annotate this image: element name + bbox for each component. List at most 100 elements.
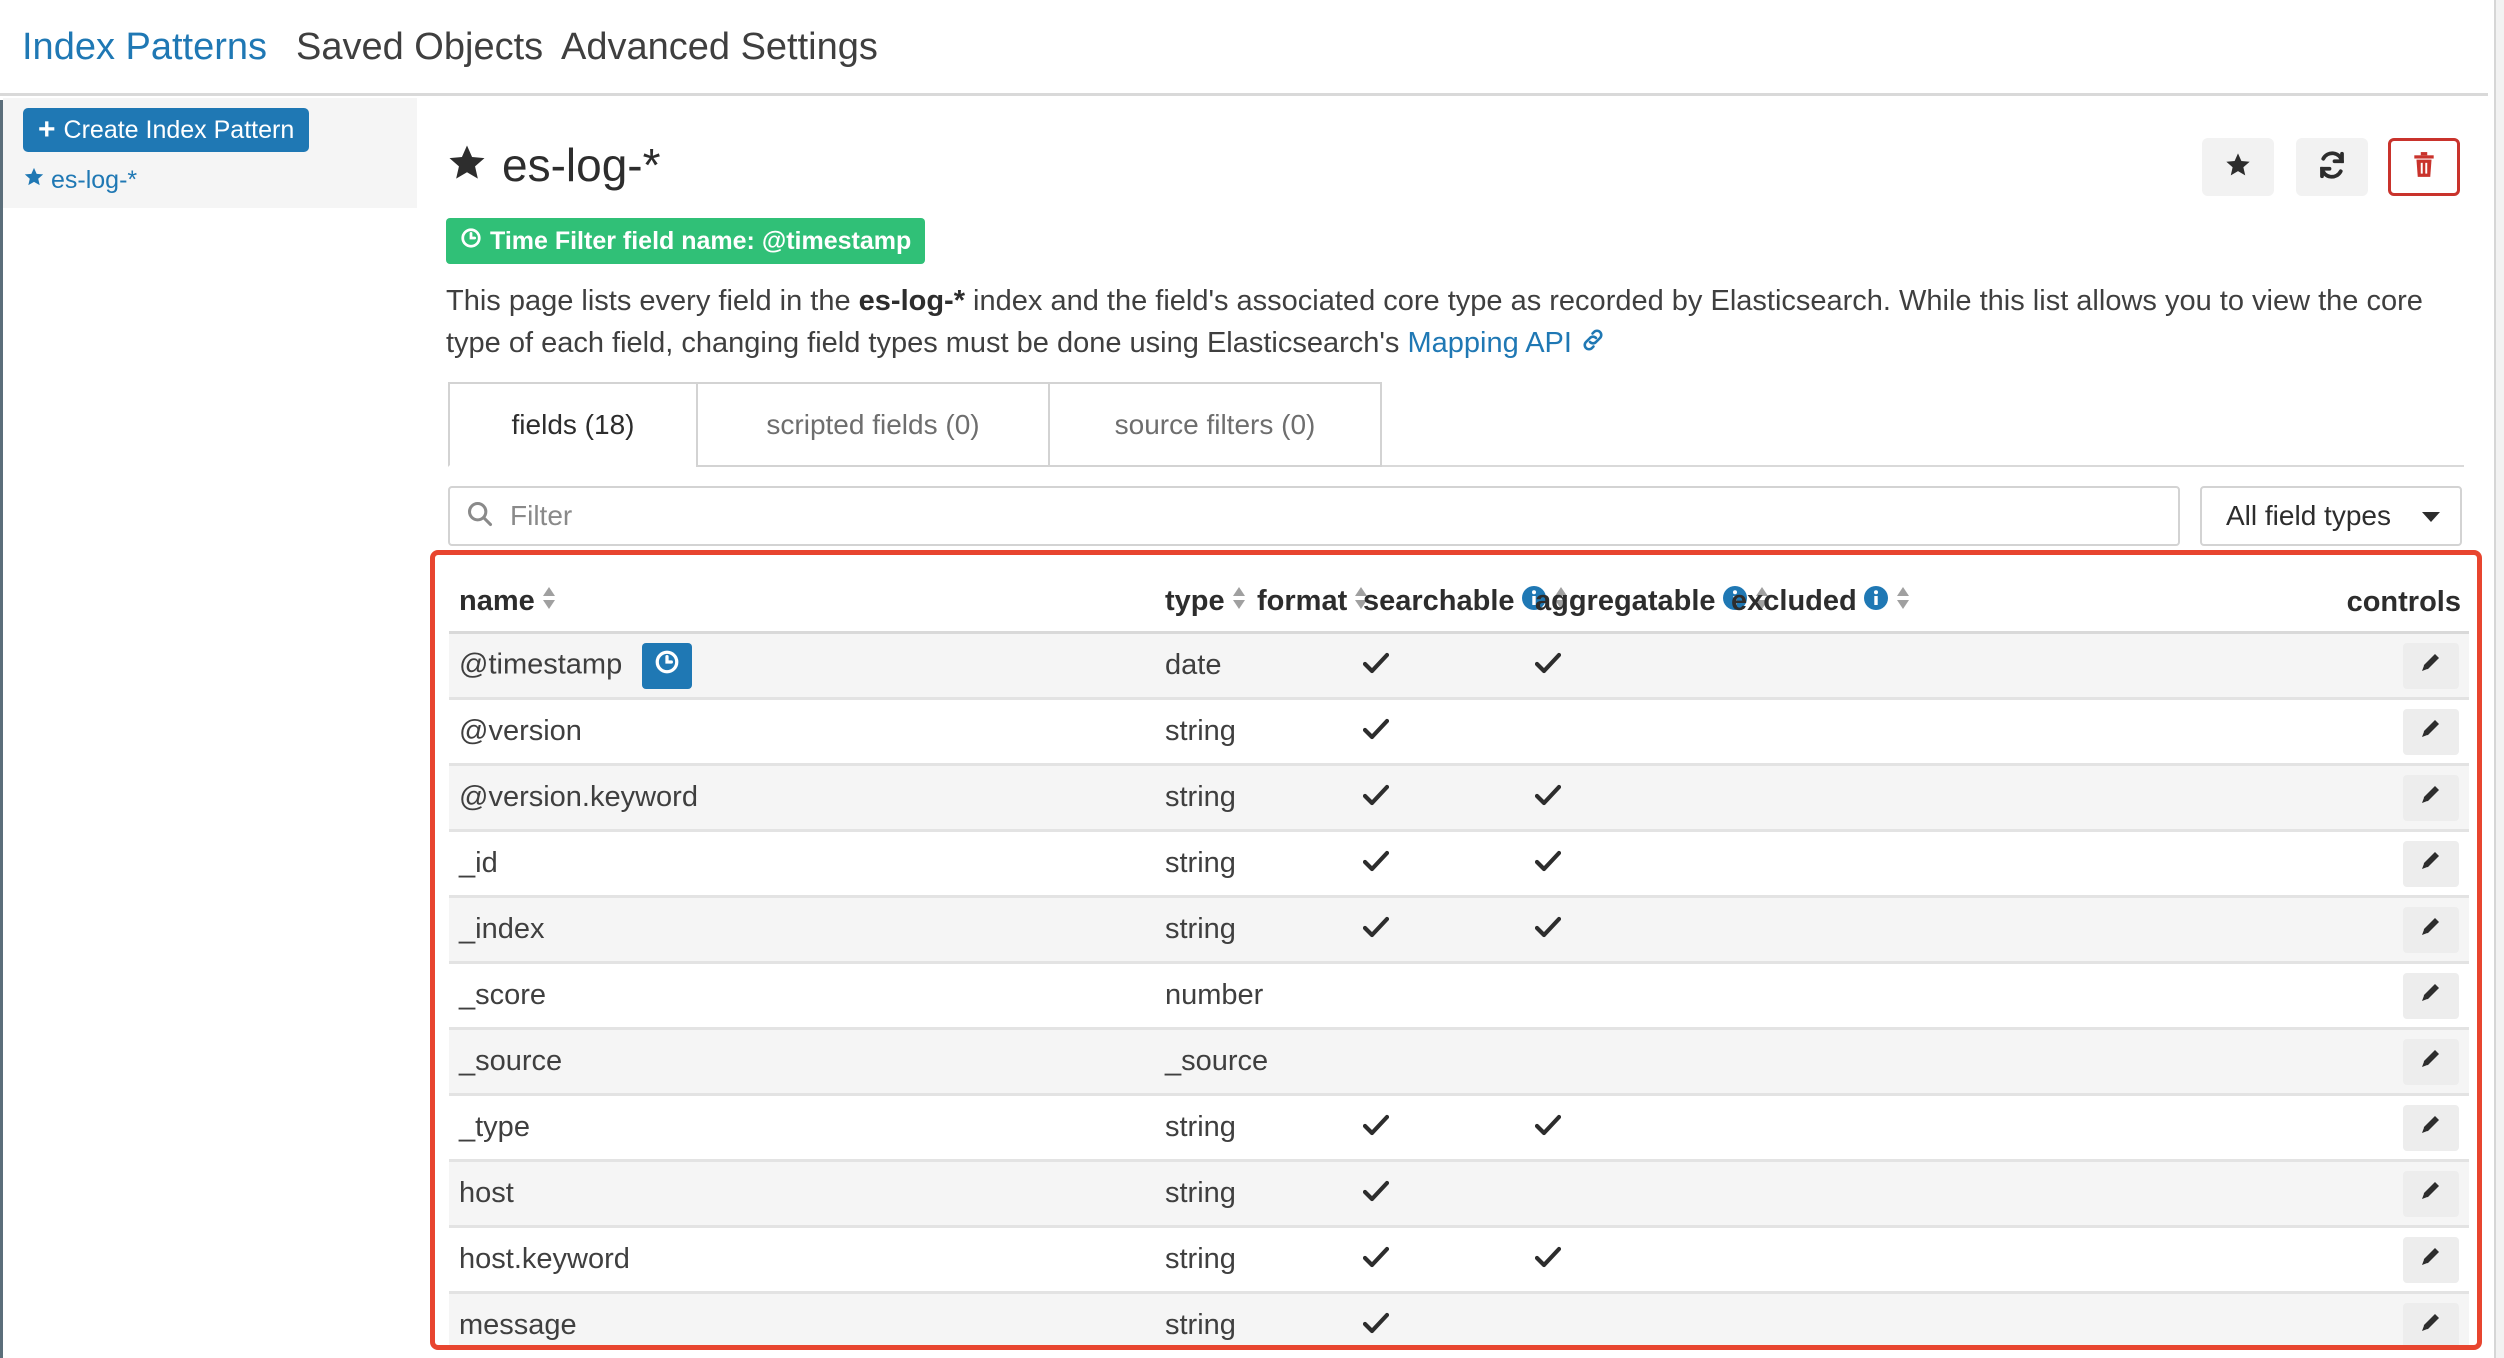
edit-field-button[interactable] [2403,774,2459,821]
field-name: _score [459,979,547,1011]
field-controls [1893,632,2469,700]
tab-index-patterns[interactable]: Index Patterns [22,26,267,69]
field-searchable [1353,1094,1525,1162]
field-controls [1893,698,2469,766]
field-name: @version.keyword [459,781,698,813]
field-controls [1893,764,2469,832]
field-type: string [1155,1226,1247,1294]
field-name-cell: @timestamp [449,632,1155,700]
tab-saved-objects[interactable]: Saved Objects [296,26,543,69]
edit-field-button[interactable] [2403,1104,2459,1151]
search-icon [466,500,494,533]
page-description: This page lists every field in the es-lo… [446,280,2446,364]
sidebar: + Create Index Pattern es-log-* [3,98,417,208]
filter-input[interactable] [508,499,2112,533]
delete-index-pattern-button[interactable] [2388,138,2460,196]
field-searchable [1353,830,1525,898]
check-icon [1362,1309,1390,1342]
field-searchable [1353,1292,1525,1345]
field-aggregatable [1525,764,1721,832]
field-type: string [1155,1160,1247,1228]
field-aggregatable [1525,1226,1721,1294]
field-excluded [1721,1028,1893,1096]
check-icon [1534,781,1562,814]
field-format [1247,830,1353,898]
field-searchable [1353,764,1525,832]
field-type: number [1155,962,1263,1030]
default-star-icon [446,142,488,189]
field-format [1247,764,1353,832]
table-row: host.keyword string [449,1226,2469,1294]
column-header-name[interactable]: name [449,573,1155,634]
pencil-icon [2419,1177,2443,1210]
refresh-fields-button[interactable] [2296,138,2368,196]
create-index-pattern-button[interactable]: + Create Index Pattern [23,108,310,152]
check-icon [1362,913,1390,946]
sidebar-item-es-log[interactable]: es-log-* [23,166,137,195]
check-icon [1534,1243,1562,1276]
field-excluded [1721,632,1893,700]
column-header-aggregatable[interactable]: aggregatable [1525,573,1768,634]
column-header-excluded[interactable]: excluded [1721,573,1909,634]
field-format [1247,1094,1353,1162]
edit-field-button[interactable] [2403,642,2459,689]
field-aggregatable [1525,1160,1721,1228]
column-header-type[interactable]: type [1155,573,1247,634]
check-icon [1362,1111,1390,1144]
pencil-icon [2419,1309,2443,1342]
tab-advanced-settings[interactable]: Advanced Settings [561,26,878,69]
column-label: aggregatable [1535,584,1716,617]
table-row: _type string [449,1094,2469,1162]
tab-fields[interactable]: fields (18) [448,382,698,467]
mapping-api-link-label: Mapping API [1407,327,1572,359]
field-name-cell: host [449,1160,1155,1228]
create-index-pattern-label: Create Index Pattern [63,115,295,144]
description-text: This page lists every field in the [446,285,859,317]
table-header-row: name type format searchable aggregatable… [449,573,2469,634]
fields-table: name type format searchable aggregatable… [449,573,2469,1345]
field-format [1247,1292,1353,1345]
edit-field-button[interactable] [2403,1038,2459,1085]
scrollbar[interactable] [2494,0,2504,1358]
edit-field-button[interactable] [2403,1302,2459,1345]
field-controls [1893,1160,2469,1228]
info-icon[interactable] [1863,585,1889,619]
filter-field[interactable] [448,486,2180,546]
check-icon [1362,649,1390,682]
edit-field-button[interactable] [2403,972,2459,1019]
time-filter-badge: Time Filter field name: @timestamp [446,218,926,264]
left-edge-divider [0,100,3,1358]
field-format [1247,1160,1353,1228]
field-type: string [1155,830,1247,898]
field-type: string [1155,1292,1247,1345]
pencil-icon [2419,913,2443,946]
field-name: _type [459,1111,530,1143]
field-searchable [1353,1226,1525,1294]
edit-field-button[interactable] [2403,840,2459,887]
check-icon [1534,649,1562,682]
mapping-api-link[interactable]: Mapping API [1408,327,1607,359]
field-controls [1893,1292,2469,1345]
field-excluded [1721,830,1893,898]
set-default-button[interactable] [2202,138,2274,196]
edit-field-button[interactable] [2403,1236,2459,1283]
column-header-searchable[interactable]: searchable [1353,573,1567,634]
field-type-select[interactable]: All field types [2200,486,2462,546]
field-aggregatable [1525,1292,1721,1345]
pencil-icon [2419,1111,2443,1144]
time-field-badge [642,642,693,689]
edit-field-button[interactable] [2403,1170,2459,1217]
column-label: type [1165,584,1225,617]
field-type-selected: All field types [2226,500,2391,531]
chevron-down-icon [2422,512,2440,522]
field-name: host.keyword [459,1243,630,1275]
pencil-icon [2419,847,2443,880]
edit-field-button[interactable] [2403,708,2459,755]
column-header-format[interactable]: format [1247,573,1368,634]
edit-field-button[interactable] [2403,906,2459,953]
tab-source-filters[interactable]: source filters (0) [1048,382,1382,467]
tab-scripted-fields[interactable]: scripted fields (0) [696,382,1050,467]
field-controls [1893,962,2469,1030]
refresh-icon [2317,150,2347,185]
table-row: _score number [449,962,2469,1030]
